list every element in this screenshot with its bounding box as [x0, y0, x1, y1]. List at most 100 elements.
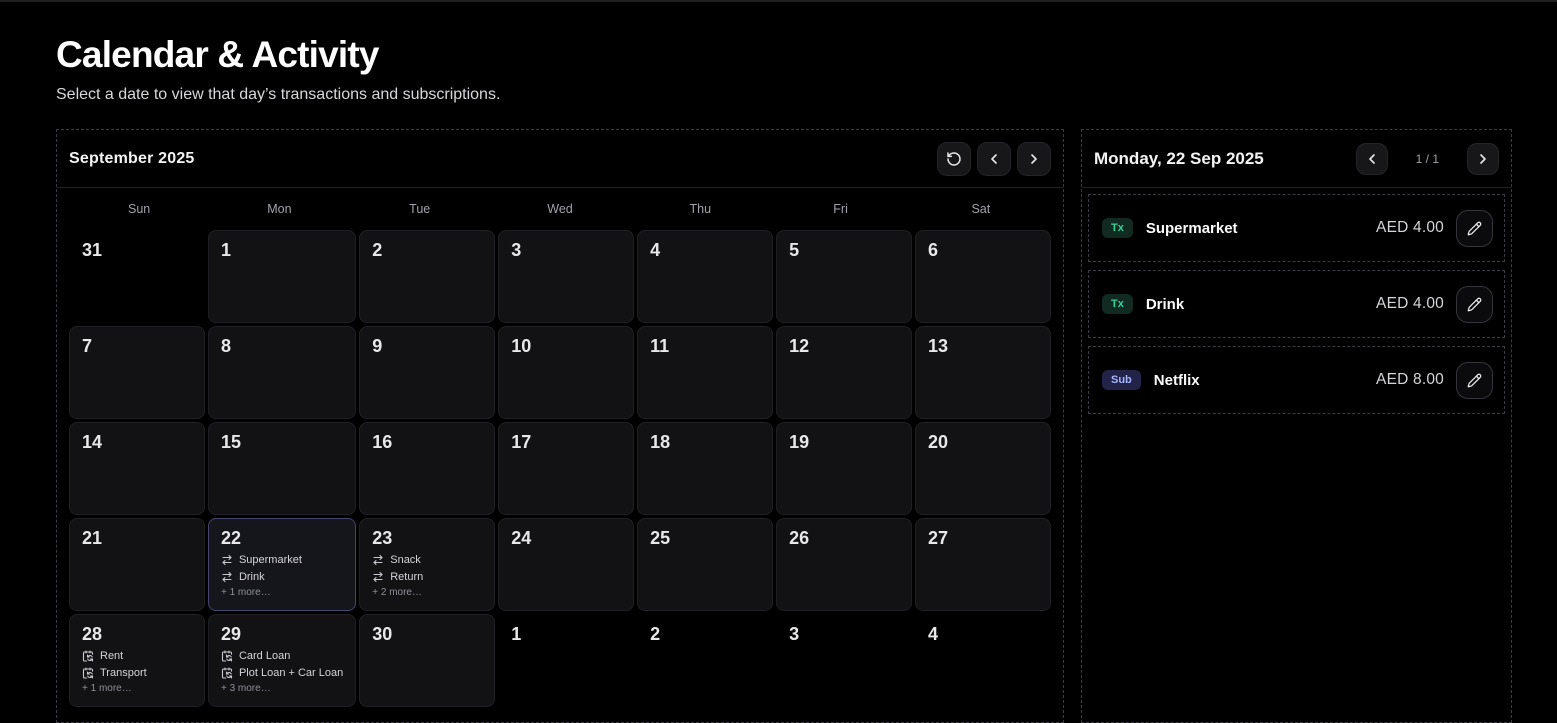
day-number: 4	[650, 240, 760, 261]
day-pagination: 1 / 1	[1356, 143, 1499, 175]
day-number: 4	[928, 624, 1038, 645]
transfer-icon	[372, 571, 384, 583]
activity-label: Netflix	[1154, 372, 1200, 389]
day-number: 12	[789, 336, 899, 357]
tx-badge: Tx	[1102, 218, 1133, 238]
day-number: 24	[511, 528, 621, 549]
weekday-label-sun: Sun	[69, 202, 209, 216]
edit-button[interactable]	[1456, 210, 1493, 247]
day-number: 17	[511, 432, 621, 453]
day-number: 29	[221, 624, 343, 645]
calendar-day-10[interactable]: 10	[498, 326, 634, 419]
tx-badge: Tx	[1102, 294, 1133, 314]
day-more-label: + 3 more…	[221, 683, 343, 694]
calendar-day-26[interactable]: 26	[776, 518, 912, 611]
calendar-day-29[interactable]: 29Card LoanPlot Loan + Car Loan+ 3 more…	[208, 614, 356, 707]
day-number: 22	[221, 528, 343, 549]
month-title: September 2025	[69, 150, 195, 168]
activity-item-netflix: SubNetflixAED 8.00	[1088, 346, 1505, 414]
day-number: 15	[221, 432, 343, 453]
chevron-left-icon	[986, 151, 1002, 167]
calendar-day-4-outside[interactable]: 4	[915, 614, 1051, 707]
pencil-icon	[1467, 221, 1482, 236]
day-number: 20	[928, 432, 1038, 453]
calendar-day-2[interactable]: 2	[359, 230, 495, 323]
weekday-label-sat: Sat	[911, 202, 1051, 216]
day-number: 31	[82, 240, 192, 261]
calendar-day-15[interactable]: 15	[208, 422, 356, 515]
calendar-day-6[interactable]: 6	[915, 230, 1051, 323]
day-event: Plot Loan + Car Loan	[221, 667, 343, 679]
day-number: 27	[928, 528, 1038, 549]
day-panel-header: Monday, 22 Sep 2025 1 / 1	[1082, 130, 1511, 188]
day-number: 9	[372, 336, 482, 357]
calendar-day-3[interactable]: 3	[498, 230, 634, 323]
activity-amount: AED 8.00	[1376, 371, 1444, 389]
weekday-label-mon: Mon	[209, 202, 349, 216]
activity-item-drink: TxDrinkAED 4.00	[1088, 270, 1505, 338]
calendar-day-11[interactable]: 11	[637, 326, 773, 419]
calendar-day-19[interactable]: 19	[776, 422, 912, 515]
next-month-button[interactable]	[1017, 142, 1051, 176]
calendar-day-23[interactable]: 23 Snack Return + 2 more…	[359, 518, 495, 611]
calendar-day-27[interactable]: 27	[915, 518, 1051, 611]
day-number: 1	[221, 240, 343, 261]
page-title: Calendar & Activity	[56, 34, 1512, 76]
calendar-day-8[interactable]: 8	[208, 326, 356, 419]
pencil-icon	[1467, 297, 1482, 312]
calendar-day-25[interactable]: 25	[637, 518, 773, 611]
calendar-day-17[interactable]: 17	[498, 422, 634, 515]
calendar-day-30[interactable]: 30	[359, 614, 495, 707]
day-event-label: Drink	[239, 571, 265, 583]
activity-label: Supermarket	[1146, 220, 1238, 237]
calendar-day-1-outside[interactable]: 1	[498, 614, 634, 707]
calendar-day-14[interactable]: 14	[69, 422, 205, 515]
prev-month-button[interactable]	[977, 142, 1011, 176]
day-number: 2	[372, 240, 482, 261]
chevron-right-icon	[1475, 151, 1491, 167]
day-number: 23	[372, 528, 482, 549]
calendar-day-24[interactable]: 24	[498, 518, 634, 611]
day-number: 26	[789, 528, 899, 549]
weekday-label-thu: Thu	[630, 202, 770, 216]
day-number: 8	[221, 336, 343, 357]
prev-page-button[interactable]	[1356, 143, 1388, 175]
calendar-day-5[interactable]: 5	[776, 230, 912, 323]
calendar-panel: September 2025 SunMonTueWedThuFriSat 311…	[56, 129, 1064, 723]
activity-amount: AED 4.00	[1376, 295, 1444, 313]
day-event: Snack	[372, 554, 482, 566]
calendar-day-1[interactable]: 1	[208, 230, 356, 323]
calendar-day-9[interactable]: 9	[359, 326, 495, 419]
day-more-label: + 1 more…	[82, 683, 192, 694]
edit-button[interactable]	[1456, 362, 1493, 399]
calendar-day-22[interactable]: 22SupermarketDrink+ 1 more…	[208, 518, 356, 611]
calendar-day-3-outside[interactable]: 3	[776, 614, 912, 707]
main-layout: September 2025 SunMonTueWedThuFriSat 311…	[56, 129, 1512, 723]
chevron-right-icon	[1026, 151, 1042, 167]
weekday-header-row: SunMonTueWedThuFriSat	[57, 188, 1063, 222]
calendar-day-4[interactable]: 4	[637, 230, 773, 323]
calendar-day-7[interactable]: 7	[69, 326, 205, 419]
calendar-day-21[interactable]: 21	[69, 518, 205, 611]
calendar-day-2-outside[interactable]: 2	[637, 614, 773, 707]
calendar-day-18[interactable]: 18	[637, 422, 773, 515]
reset-month-button[interactable]	[937, 142, 971, 176]
day-event-label: Snack	[390, 554, 421, 566]
calendar-day-16[interactable]: 16	[359, 422, 495, 515]
calendar-day-31-outside[interactable]: 31	[69, 230, 205, 323]
calendar-day-20[interactable]: 20	[915, 422, 1051, 515]
transfer-icon	[221, 554, 233, 566]
page-indicator: 1 / 1	[1416, 152, 1439, 166]
calendar-day-28[interactable]: 28RentTransport+ 1 more…	[69, 614, 205, 707]
day-number: 30	[372, 624, 482, 645]
day-event-label: Supermarket	[239, 554, 302, 566]
calendar-nav	[937, 142, 1051, 176]
calendar-day-13[interactable]: 13	[915, 326, 1051, 419]
day-event-label: Return	[390, 571, 423, 583]
day-more-label: + 2 more…	[372, 587, 482, 598]
calendar-day-12[interactable]: 12	[776, 326, 912, 419]
edit-button[interactable]	[1456, 286, 1493, 323]
day-number: 3	[789, 624, 899, 645]
next-page-button[interactable]	[1467, 143, 1499, 175]
day-number: 18	[650, 432, 760, 453]
